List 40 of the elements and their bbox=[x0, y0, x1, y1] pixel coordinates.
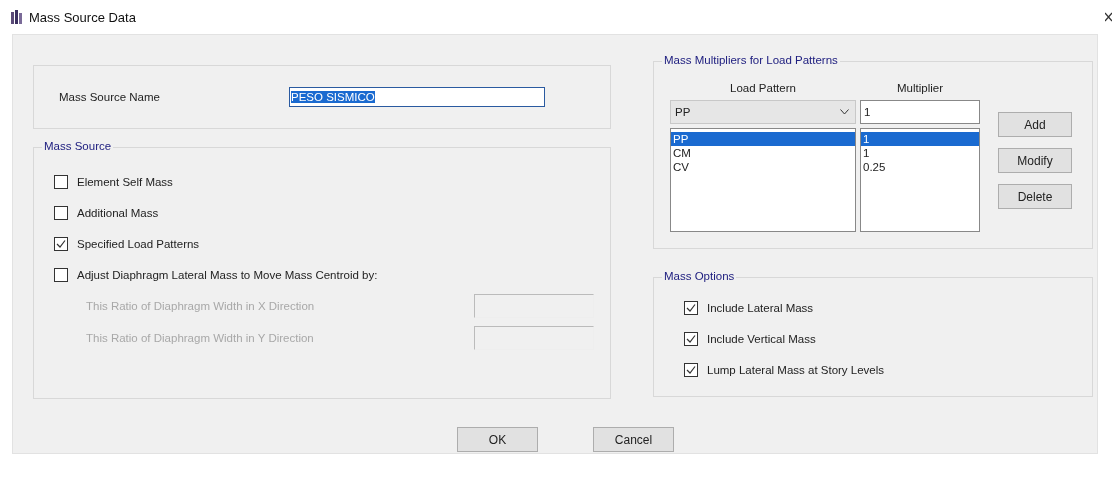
column-header: Load Pattern bbox=[729, 81, 797, 96]
list-item[interactable]: CM bbox=[671, 146, 855, 160]
checkbox[interactable] bbox=[54, 267, 68, 282]
ratio-label: This Ratio of Diaphragm Width in X Direction bbox=[86, 300, 315, 312]
list-item[interactable]: 1 bbox=[861, 132, 979, 146]
list-item[interactable]: 0.25 bbox=[861, 160, 979, 174]
group-title: Mass Source bbox=[42, 140, 114, 152]
close-icon[interactable] bbox=[1105, 12, 1112, 22]
checkbox-label: Lump Lateral Mass at Story Levels bbox=[707, 363, 885, 376]
dialog-button[interactable]: OK bbox=[457, 427, 538, 452]
column-header: Multiplier bbox=[896, 81, 944, 96]
side-button[interactable]: Modify bbox=[998, 148, 1072, 173]
side-button[interactable]: Add bbox=[998, 112, 1072, 137]
multiplier-field[interactable]: 1 bbox=[860, 100, 980, 124]
checkbox[interactable] bbox=[684, 300, 698, 315]
name-field[interactable]: PESO SISMICO bbox=[289, 87, 545, 107]
load-pattern-dropdown[interactable]: PP bbox=[670, 100, 856, 124]
ratio-label: This Ratio of Diaphragm Width in Y Direction bbox=[86, 332, 314, 344]
checkbox-label: Additional Mass bbox=[77, 206, 159, 219]
list-item[interactable]: 1 bbox=[861, 146, 979, 160]
list-item[interactable]: PP bbox=[671, 132, 855, 146]
checkbox-label: Include Vertical Mass bbox=[707, 332, 816, 345]
checkbox-label: Specified Load Patterns bbox=[77, 237, 200, 250]
checkbox[interactable] bbox=[684, 362, 698, 377]
checkbox[interactable] bbox=[684, 331, 698, 346]
checkbox-label: Include Lateral Mass bbox=[707, 301, 814, 314]
checkbox-label: Adjust Diaphragm Lateral Mass to Move Mass Centroid by: bbox=[77, 268, 378, 281]
checkbox[interactable] bbox=[54, 205, 68, 220]
checkbox-label: Element Self Mass bbox=[77, 175, 173, 188]
checkbox[interactable] bbox=[54, 174, 68, 189]
dialog-button[interactable]: Cancel bbox=[593, 427, 674, 452]
field-label: Mass Source Name bbox=[59, 91, 161, 103]
group-title: Mass Multipliers for Load Patterns bbox=[662, 54, 840, 66]
chevron-icon bbox=[840, 109, 849, 115]
list-item[interactable]: CV bbox=[671, 160, 855, 174]
side-button[interactable]: Delete bbox=[998, 184, 1072, 209]
window-title: Mass Source Data bbox=[29, 9, 136, 25]
checkbox[interactable] bbox=[54, 236, 68, 251]
group-title: Mass Options bbox=[662, 270, 737, 282]
app-icon bbox=[10, 9, 24, 25]
